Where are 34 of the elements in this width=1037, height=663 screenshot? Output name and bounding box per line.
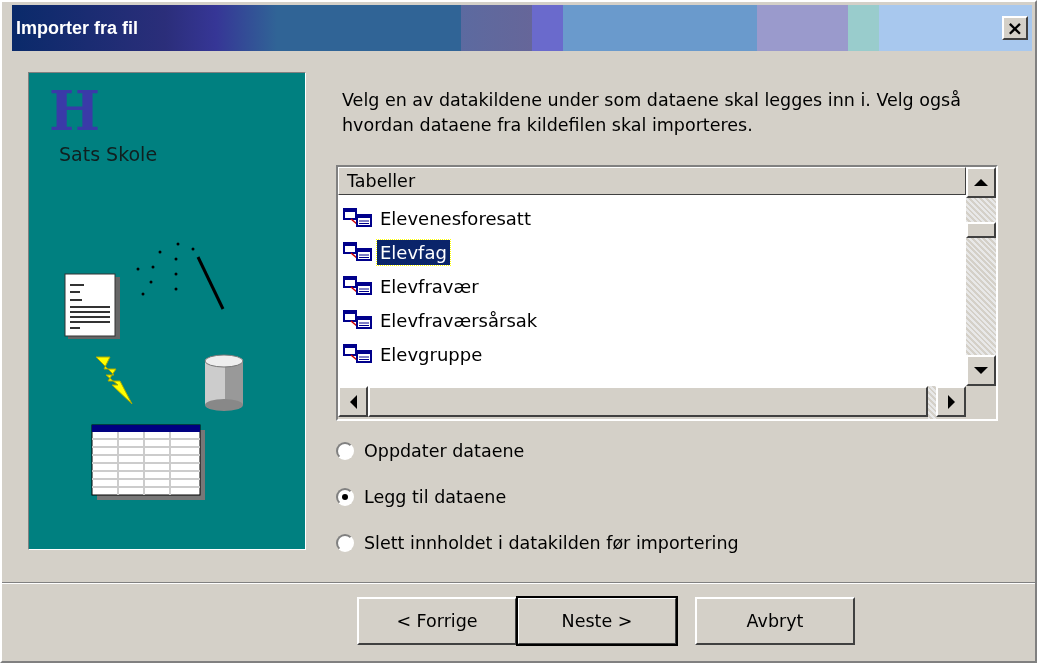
logo: H — [49, 83, 101, 139]
scroll-down-button[interactable] — [966, 355, 996, 386]
close-button[interactable]: × — [1002, 16, 1028, 40]
radio-label[interactable]: Oppdater dataene — [364, 441, 525, 461]
scroll-thumb[interactable] — [966, 222, 996, 238]
brand-name: Sats Skole — [59, 143, 158, 165]
scroll-track[interactable] — [966, 198, 996, 222]
radio-label[interactable]: Legg til dataene — [364, 487, 507, 507]
linked-table-icon — [343, 276, 375, 296]
list-item[interactable]: Elevgruppe — [377, 341, 486, 367]
horizontal-scrollbar[interactable] — [338, 386, 966, 419]
linked-table-icon — [343, 344, 375, 364]
wizard-button[interactable]: Avbryt — [695, 597, 855, 645]
radio-label[interactable]: Slett innholdet i datakilden før importering — [364, 533, 739, 553]
radio-button[interactable] — [336, 488, 354, 506]
wizard-button[interactable]: < Forrige — [357, 597, 517, 645]
radio-button[interactable] — [336, 534, 354, 552]
linked-table-icon — [343, 242, 375, 262]
linked-table-icon — [343, 310, 375, 330]
instruction-text: Velg en av datakildene under som dataene skal legges inn i. Velg også hvordan dataene fra kildefilen skal importeres. — [342, 89, 962, 137]
list-item[interactable]: Elevfraværsårsak — [377, 307, 541, 333]
list-item[interactable]: Elevfravær — [377, 273, 482, 299]
scroll-right-button[interactable] — [936, 386, 966, 417]
scroll-track[interactable] — [928, 386, 936, 419]
scroll-thumb[interactable] — [368, 386, 928, 417]
scroll-left-button[interactable] — [338, 386, 368, 417]
window-title: Importer fra fil — [16, 17, 139, 39]
radio-button[interactable] — [336, 442, 354, 460]
wizard-button[interactable]: Neste > — [517, 597, 677, 645]
column-header[interactable]: Tabeller — [338, 167, 966, 195]
list-item[interactable]: Elevenesforesatt — [377, 205, 534, 231]
linked-table-icon — [343, 208, 375, 228]
scroll-up-button[interactable] — [966, 167, 996, 198]
list-item[interactable]: Elevfag — [377, 239, 450, 265]
